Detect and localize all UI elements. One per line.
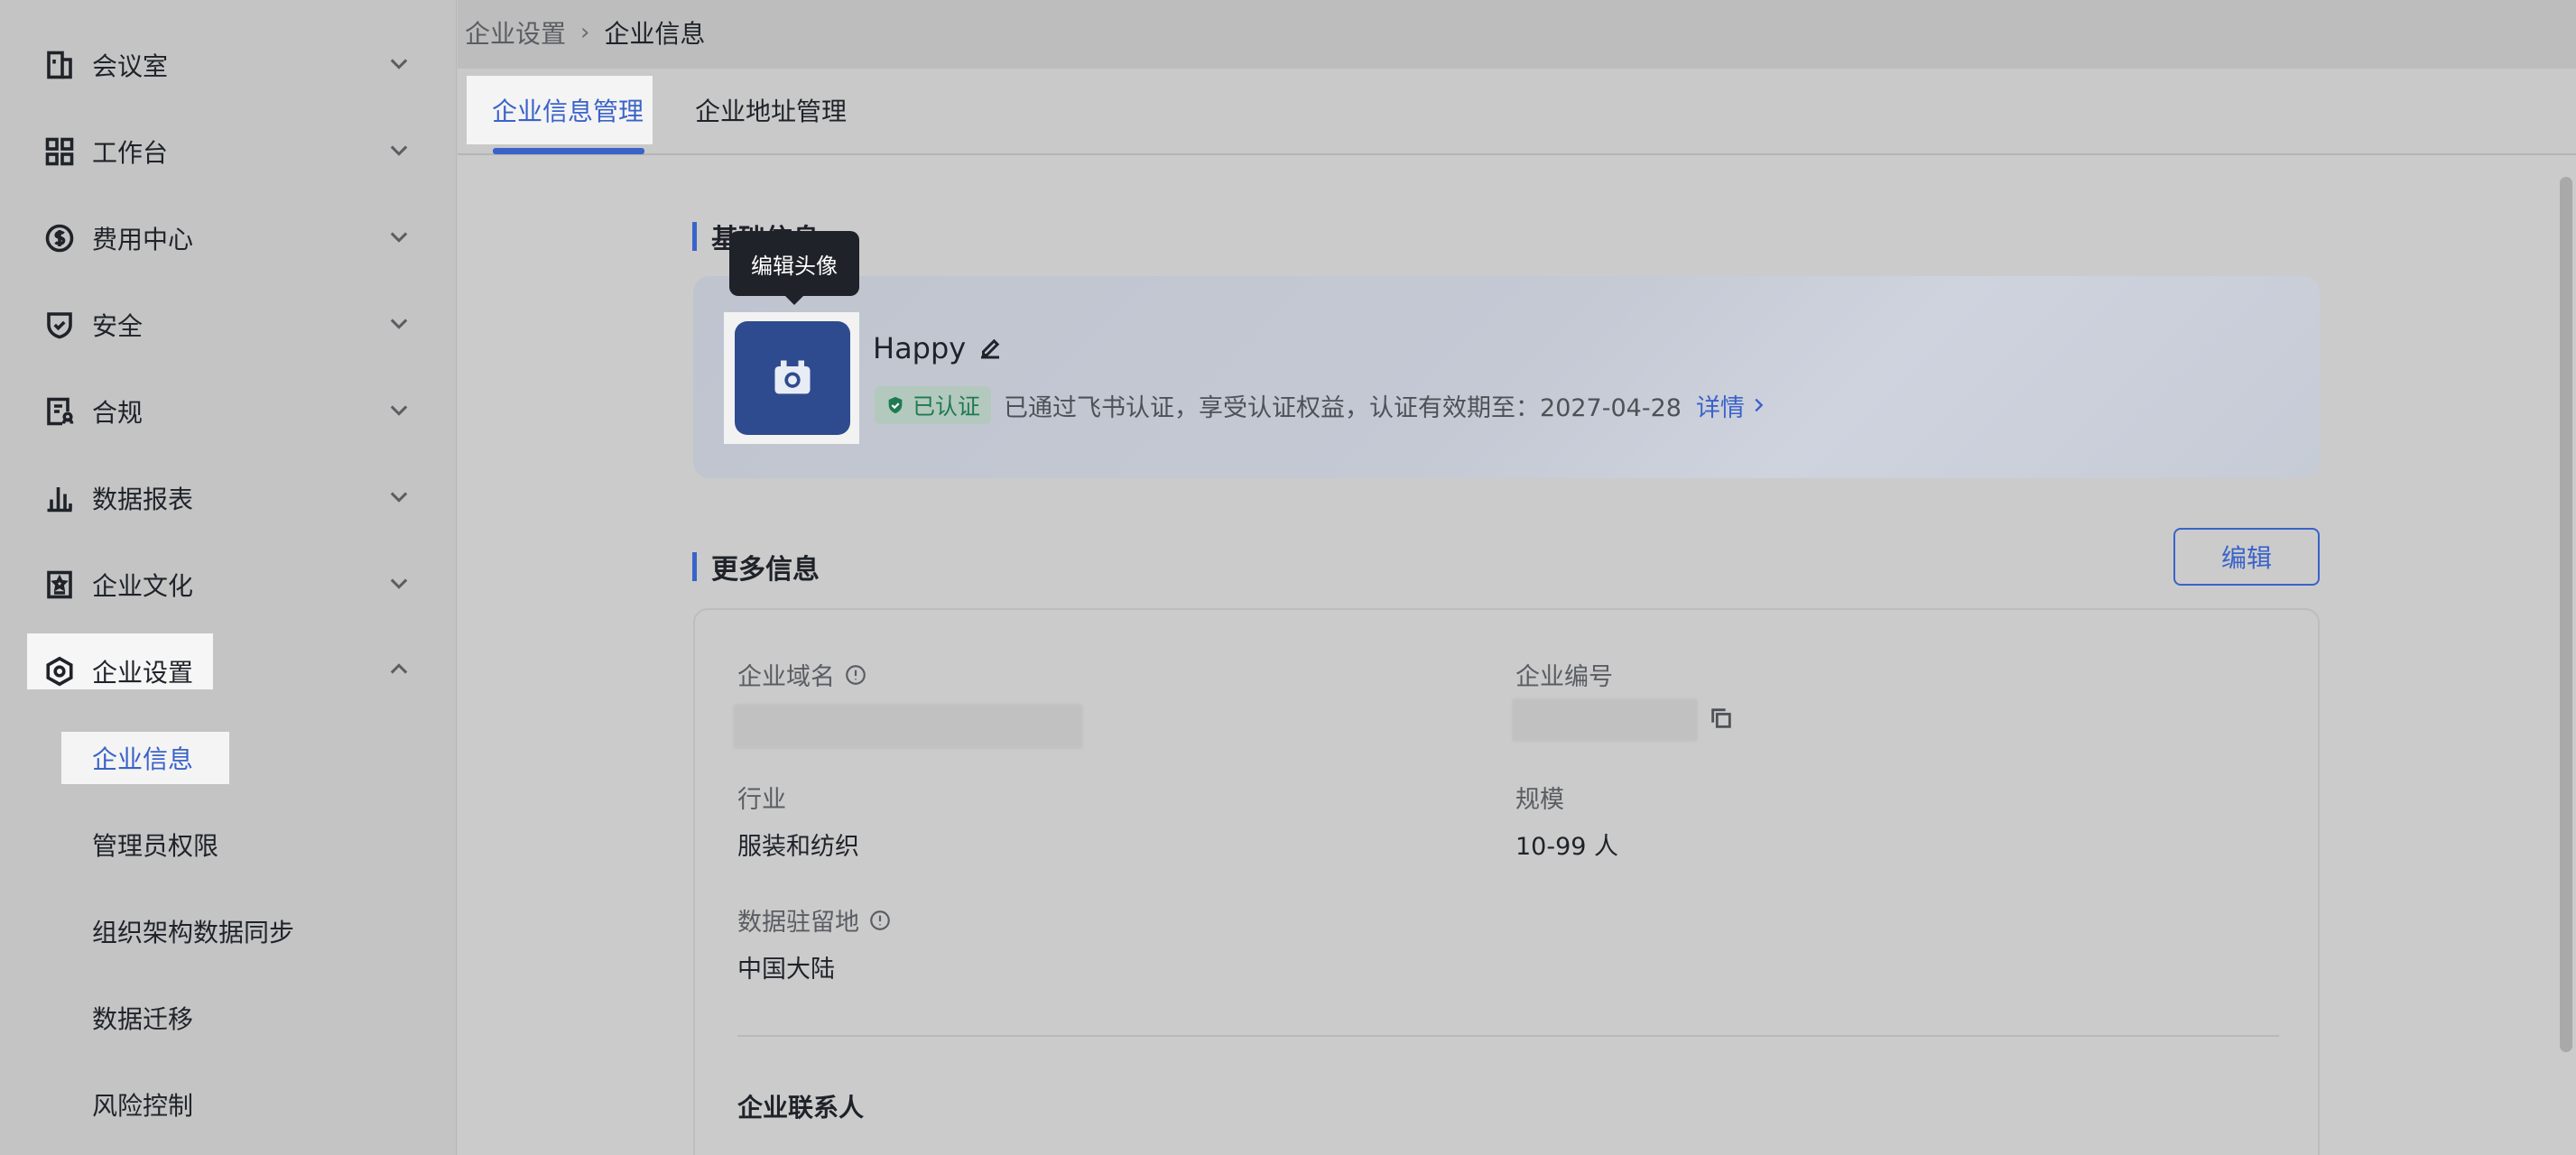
sub-item-admin-permissions[interactable]: 管理员权限 xyxy=(92,818,218,872)
sidebar-item-reports[interactable]: 数据报表 xyxy=(0,455,457,541)
breadcrumb: 企业设置 › 企业信息 xyxy=(465,14,705,51)
settings-hex-icon xyxy=(42,653,78,689)
company-name: Happy xyxy=(873,331,1004,365)
building-icon xyxy=(42,47,78,83)
chevron-up-icon xyxy=(386,657,415,686)
bar-chart-icon xyxy=(42,480,78,516)
top-bar: 企业设置 › 企业信息 xyxy=(458,0,2576,69)
shield-icon xyxy=(42,307,78,343)
active-tab-indicator xyxy=(493,148,644,154)
sidebar-item-label: 工作台 xyxy=(92,138,169,168)
sub-item-company-info[interactable]: 企业信息 xyxy=(92,731,193,785)
breadcrumb-current: 企业信息 xyxy=(604,19,706,49)
chevron-down-icon xyxy=(386,51,415,79)
domain-label-text: 企业域名 xyxy=(737,663,835,691)
scale-value: 10-99 人 xyxy=(1515,833,1619,861)
company-contact-title: 企业联系人 xyxy=(737,1093,865,1123)
chevron-down-icon xyxy=(386,310,415,339)
sidebar-item-meeting-room[interactable]: 会议室 xyxy=(0,22,457,108)
camera-icon xyxy=(774,360,811,394)
details-link-text: 详情 xyxy=(1695,393,1745,422)
sub-item-org-sync[interactable]: 组织架构数据同步 xyxy=(92,904,294,958)
industry-value: 服装和纺织 xyxy=(737,833,859,861)
sidebar-item-enterprise-settings[interactable]: 企业设置 xyxy=(0,628,457,715)
company-id-label: 企业编号 xyxy=(1515,663,1613,691)
info-icon[interactable] xyxy=(844,663,867,687)
certification-text: 已通过飞书认证，享受认证权益，认证有效期至：2027-04-28 xyxy=(1004,393,1682,422)
sidebar-item-label: 企业设置 xyxy=(92,658,194,688)
sidebar-item-security[interactable]: 安全 xyxy=(0,282,457,368)
company-name-text: Happy xyxy=(873,331,967,365)
details-link[interactable]: 详情 xyxy=(1696,388,1768,423)
sidebar-item-label: 数据报表 xyxy=(92,485,194,514)
tab-company-info-management[interactable]: 企业信息管理 xyxy=(492,76,644,144)
sub-item-data-migration[interactable]: 数据迁移 xyxy=(92,991,193,1045)
edit-button[interactable]: 编辑 xyxy=(2173,528,2320,586)
section-accent-bar xyxy=(692,552,697,581)
grid-icon xyxy=(42,134,78,170)
data-residency-label-text: 数据驻留地 xyxy=(737,909,859,937)
verified-badge: 已认证 xyxy=(875,386,992,424)
pencil-icon[interactable] xyxy=(977,335,1004,362)
sidebar-item-label: 费用中心 xyxy=(92,225,194,254)
sidebar-item-label: 安全 xyxy=(92,311,144,341)
domain-label: 企业域名 xyxy=(737,657,867,692)
section-title-text: 更多信息 xyxy=(711,554,820,586)
sidebar-item-label: 企业文化 xyxy=(92,571,194,601)
sidebar-item-workbench[interactable]: 工作台 xyxy=(0,108,457,195)
sidebar: 会议室 工作台 费用中心 安全 合规 数据报表 企业文化 企业设置 企业信息 管… xyxy=(0,0,457,1155)
sidebar-item-label: 会议室 xyxy=(92,51,169,81)
verified-shield-icon xyxy=(888,396,903,414)
certification-row: 已认证 已通过飞书认证，享受认证权益，认证有效期至：2027-04-28 详情 xyxy=(875,386,1768,424)
section-title-more: 更多信息 xyxy=(692,547,820,587)
scrollbar[interactable] xyxy=(2560,177,2572,1052)
chevron-down-icon xyxy=(386,570,415,599)
more-info-panel xyxy=(693,608,2320,1155)
sidebar-item-label: 合规 xyxy=(92,398,144,428)
chevron-right-icon: › xyxy=(580,19,590,46)
chevron-down-icon xyxy=(386,397,415,426)
breadcrumb-parent[interactable]: 企业设置 xyxy=(465,14,566,51)
culture-icon xyxy=(42,567,78,603)
compliance-icon xyxy=(42,393,78,430)
verified-badge-text: 已认证 xyxy=(913,393,981,420)
section-accent-bar xyxy=(692,222,697,251)
domain-value-redacted xyxy=(733,704,1083,749)
sidebar-item-billing[interactable]: 费用中心 xyxy=(0,195,457,282)
sidebar-item-compliance[interactable]: 合规 xyxy=(0,368,457,455)
info-icon[interactable] xyxy=(868,909,892,932)
chevron-right-icon xyxy=(1755,398,1764,412)
company-id-redacted xyxy=(1512,698,1698,742)
data-residency-value: 中国大陆 xyxy=(737,956,835,984)
tabs-bar: 企业信息管理 企业地址管理 xyxy=(458,69,2576,155)
dollar-circle-icon xyxy=(42,220,78,256)
chevron-down-icon xyxy=(386,137,415,166)
chevron-down-icon xyxy=(386,224,415,253)
scale-label: 规模 xyxy=(1515,786,1564,814)
tab-address-management[interactable]: 企业地址管理 xyxy=(695,76,847,144)
company-avatar[interactable] xyxy=(735,321,850,435)
divider xyxy=(737,1035,2279,1037)
copy-icon[interactable] xyxy=(1709,706,1736,733)
sub-item-risk-control[interactable]: 风险控制 xyxy=(92,1077,193,1132)
industry-label: 行业 xyxy=(737,786,786,814)
sidebar-item-culture[interactable]: 企业文化 xyxy=(0,541,457,628)
basic-info-card xyxy=(693,276,2320,478)
edit-avatar-tooltip: 编辑头像 xyxy=(729,231,859,305)
chevron-down-icon xyxy=(386,484,415,513)
data-residency-label: 数据驻留地 xyxy=(737,902,892,938)
main-area: 企业设置 › 企业信息 企业信息管理 企业地址管理 基础信息 编辑头像 Happ… xyxy=(458,0,2576,1155)
